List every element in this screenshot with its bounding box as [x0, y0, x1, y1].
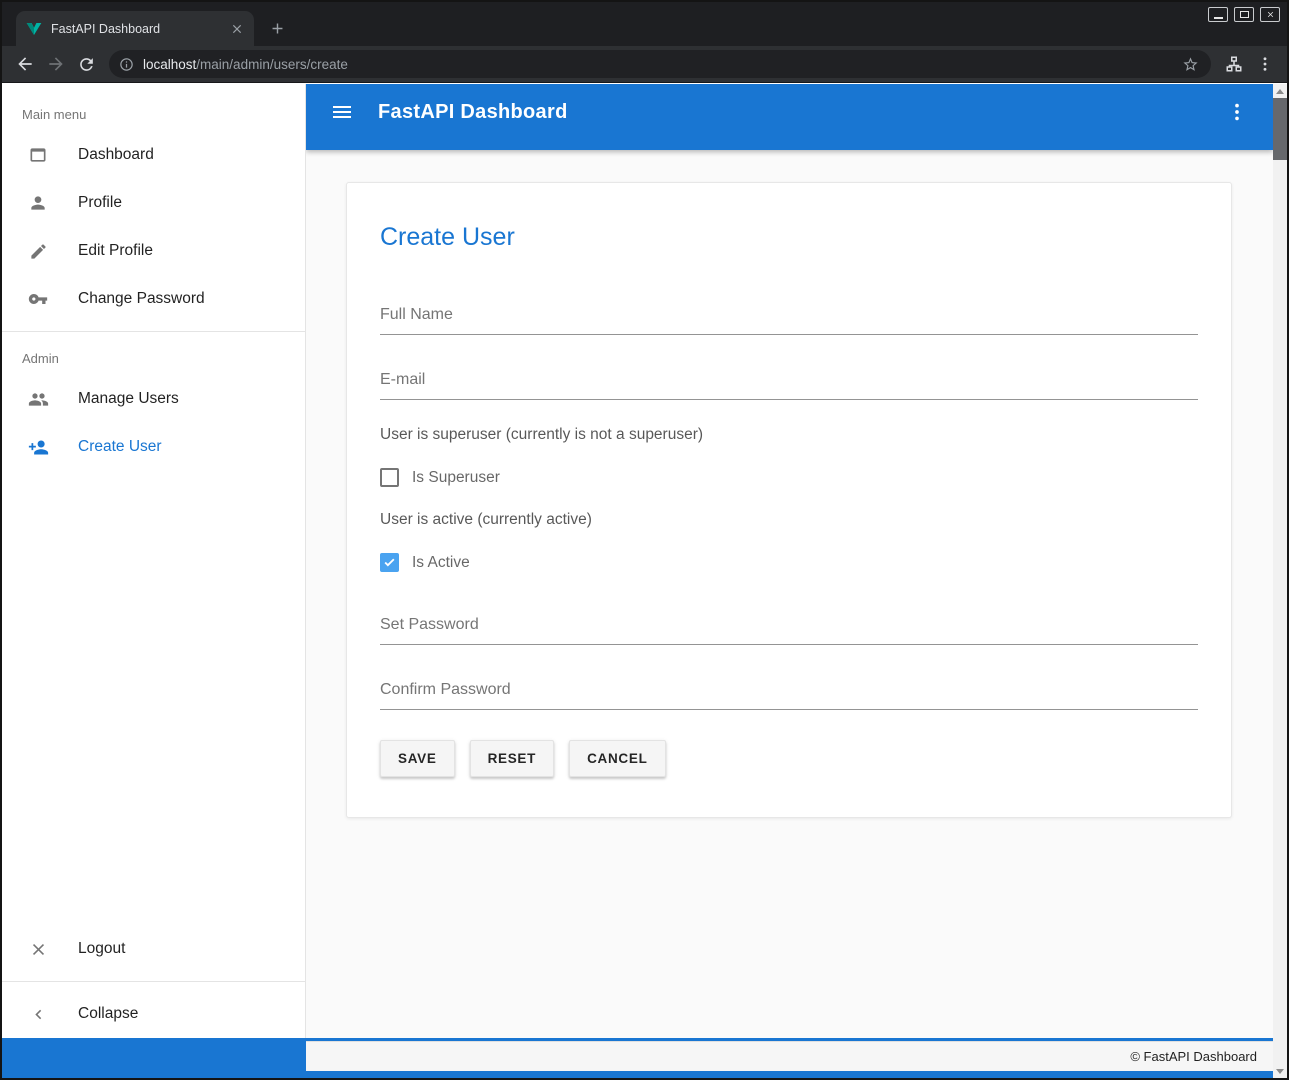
- email-field: [380, 365, 1198, 400]
- active-checkbox-label[interactable]: Is Active: [412, 554, 470, 572]
- sidebar-item-profile[interactable]: Profile: [2, 179, 305, 227]
- browser-tab[interactable]: FastAPI Dashboard: [16, 11, 254, 46]
- sidebar-item-dashboard[interactable]: Dashboard: [2, 131, 305, 179]
- superuser-hint: User is superuser (currently is not a su…: [380, 426, 1198, 444]
- key-icon: [26, 287, 50, 311]
- superuser-checkbox[interactable]: [380, 468, 399, 487]
- browser-menu-icon[interactable]: [1250, 50, 1279, 79]
- sidebar-item-logout[interactable]: Logout: [2, 925, 305, 973]
- back-button[interactable]: [10, 50, 39, 79]
- sidebar-item-label: Collapse: [78, 1005, 138, 1023]
- sidebar-divider: [2, 981, 305, 982]
- active-hint: User is active (currently active): [380, 511, 1198, 529]
- email-input[interactable]: [380, 365, 1198, 400]
- sidebar-divider: [2, 331, 305, 332]
- full-name-input[interactable]: [380, 300, 1198, 335]
- app-menu-dots-icon[interactable]: [1215, 90, 1259, 134]
- sidebar-item-collapse[interactable]: Collapse: [2, 990, 305, 1038]
- cancel-button[interactable]: CANCEL: [569, 740, 665, 777]
- save-button[interactable]: SAVE: [380, 740, 455, 777]
- sidebar-item-label: Manage Users: [78, 390, 179, 408]
- copyright-text: © FastAPI Dashboard: [1130, 1049, 1257, 1064]
- sidebar-spacer: [2, 471, 305, 925]
- sidebar-item-label: Change Password: [78, 290, 205, 308]
- person-icon: [26, 191, 50, 215]
- sidebar-item-label: Dashboard: [78, 146, 154, 164]
- tab-close-icon[interactable]: [228, 20, 246, 38]
- app-bar-title: FastAPI Dashboard: [378, 101, 568, 124]
- person-add-icon: [26, 435, 50, 459]
- new-tab-button[interactable]: [266, 17, 288, 39]
- browser-window: FastAPI Dashboard: [0, 0, 1289, 1080]
- browser-toolbar: localhost/main/admin/users/create: [2, 46, 1287, 83]
- create-user-card: Create User User is superuser (currently…: [346, 182, 1232, 818]
- page-scrollbar[interactable]: [1273, 84, 1287, 1078]
- hamburger-menu-icon[interactable]: [320, 90, 364, 134]
- pencil-icon: [26, 239, 50, 263]
- window-maximize-button[interactable]: [1234, 7, 1254, 22]
- chevron-left-icon: [26, 1002, 50, 1026]
- reload-button[interactable]: [72, 50, 101, 79]
- active-checkbox[interactable]: [380, 553, 399, 572]
- close-icon: [26, 937, 50, 961]
- app-footer: © FastAPI Dashboard: [2, 1038, 1273, 1078]
- sidebar: Main menu Dashboard Profile Edit Profile: [2, 84, 306, 1038]
- page: Main menu Dashboard Profile Edit Profile: [2, 84, 1287, 1078]
- active-checkbox-row[interactable]: Is Active: [380, 553, 1198, 572]
- reset-button[interactable]: RESET: [470, 740, 555, 777]
- scrollbar-up-button[interactable]: [1273, 84, 1287, 98]
- superuser-checkbox-label[interactable]: Is Superuser: [412, 469, 500, 487]
- sidebar-section-admin: Admin: [2, 340, 305, 375]
- sidebar-item-label: Profile: [78, 194, 122, 212]
- form-buttons: SAVE RESET CANCEL: [380, 740, 1198, 777]
- sidebar-item-manage-users[interactable]: Manage Users: [2, 375, 305, 423]
- copyright-bar: © FastAPI Dashboard: [306, 1041, 1273, 1071]
- address-bar[interactable]: localhost/main/admin/users/create: [109, 50, 1211, 78]
- sidebar-item-edit-profile[interactable]: Edit Profile: [2, 227, 305, 275]
- bookmark-star-icon[interactable]: [1179, 53, 1201, 75]
- sidebar-item-label: Create User: [78, 438, 162, 456]
- page-title: Create User: [380, 223, 1198, 252]
- browser-titlebar: FastAPI Dashboard: [2, 2, 1287, 46]
- window-close-button[interactable]: [1260, 7, 1280, 22]
- main-area: FastAPI Dashboard Create User User is s: [306, 84, 1273, 1038]
- dashboard-icon: [26, 143, 50, 167]
- set-password-input[interactable]: [380, 610, 1198, 645]
- content-area: Create User User is superuser (currently…: [306, 150, 1273, 818]
- sitemap-icon[interactable]: [1219, 50, 1248, 79]
- tab-title: FastAPI Dashboard: [51, 22, 228, 36]
- site-info-icon[interactable]: [119, 57, 134, 72]
- forward-button[interactable]: [41, 50, 70, 79]
- form-gap: [380, 600, 1198, 610]
- sidebar-item-create-user[interactable]: Create User: [2, 423, 305, 471]
- sidebar-item-label: Logout: [78, 940, 125, 958]
- scrollbar-down-button[interactable]: [1273, 1064, 1287, 1078]
- sidebar-item-label: Edit Profile: [78, 242, 153, 260]
- window-minimize-button[interactable]: [1208, 7, 1228, 22]
- app-bar: FastAPI Dashboard: [306, 84, 1273, 150]
- scrollbar-thumb[interactable]: [1273, 98, 1287, 160]
- url-text: localhost/main/admin/users/create: [143, 57, 1179, 72]
- vuetify-favicon: [26, 21, 42, 37]
- sidebar-section-main-menu: Main menu: [2, 96, 305, 131]
- people-icon: [26, 387, 50, 411]
- superuser-checkbox-row[interactable]: Is Superuser: [380, 468, 1198, 487]
- confirm-password-field: [380, 675, 1198, 710]
- full-name-field: [380, 300, 1198, 335]
- confirm-password-input[interactable]: [380, 675, 1198, 710]
- sidebar-item-change-password[interactable]: Change Password: [2, 275, 305, 323]
- set-password-field: [380, 610, 1198, 645]
- window-controls: [1208, 7, 1280, 22]
